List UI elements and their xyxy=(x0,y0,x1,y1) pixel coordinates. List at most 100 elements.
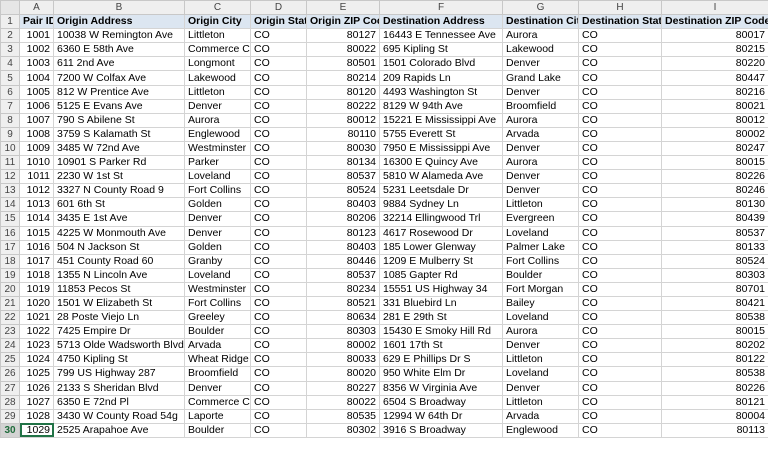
row-number[interactable]: 22 xyxy=(0,310,20,326)
table-cell[interactable]: 6350 E 72nd Pl xyxy=(53,394,185,410)
table-cell[interactable]: 8356 W Virginia Ave xyxy=(379,380,503,396)
table-cell[interactable]: 80123 xyxy=(306,225,380,241)
table-cell[interactable]: Denver xyxy=(502,140,579,157)
table-cell[interactable]: Denver xyxy=(502,338,579,354)
table-cell[interactable]: CO xyxy=(250,338,307,354)
table-cell[interactable]: 11853 Pecos St xyxy=(53,281,185,297)
row-number[interactable]: 9 xyxy=(0,126,20,142)
table-cell[interactable]: 1015 xyxy=(19,225,54,241)
table-cell[interactable]: 80446 xyxy=(306,253,380,269)
table-cell[interactable]: 32214 Ellingwood Trl xyxy=(379,211,503,227)
row-number[interactable]: 7 xyxy=(0,98,20,114)
table-cell[interactable]: 80227 xyxy=(306,380,380,396)
table-cell[interactable]: 1017 xyxy=(19,253,54,269)
table-cell[interactable]: 80234 xyxy=(306,281,380,297)
table-cell[interactable]: 8129 W 94th Ave xyxy=(379,98,503,114)
table-cell[interactable]: Wheat Ridge xyxy=(184,352,251,368)
table-cell[interactable]: 1014 xyxy=(19,211,54,227)
table-cell[interactable]: 1008 xyxy=(19,126,54,142)
row-number[interactable]: 11 xyxy=(0,155,20,171)
column-title-cell[interactable]: Pair ID xyxy=(19,14,54,30)
table-cell[interactable]: 80030 xyxy=(306,140,380,157)
table-cell[interactable]: 80247 xyxy=(661,140,768,157)
table-cell[interactable]: 1012 xyxy=(19,183,54,199)
table-cell[interactable]: CO xyxy=(250,42,307,58)
row-number[interactable]: 27 xyxy=(0,380,20,396)
table-cell[interactable]: 1501 Colorado Blvd xyxy=(379,56,503,72)
table-cell[interactable]: Aurora xyxy=(184,112,251,128)
table-cell[interactable]: Littleton xyxy=(502,394,579,410)
row-number[interactable]: 26 xyxy=(0,366,20,382)
row-number[interactable]: 20 xyxy=(0,281,20,297)
table-cell[interactable]: Littleton xyxy=(502,352,579,368)
table-cell[interactable]: 695 Kipling St xyxy=(379,42,503,58)
table-cell[interactable]: CO xyxy=(250,422,307,438)
column-title-cell[interactable]: Origin Address xyxy=(53,14,185,30)
table-cell[interactable]: 80015 xyxy=(661,324,768,340)
table-cell[interactable]: CO xyxy=(250,267,307,283)
table-cell[interactable]: 2230 W 1st St xyxy=(53,169,185,185)
table-cell[interactable]: 2133 S Sheridan Blvd xyxy=(53,380,185,396)
table-cell[interactable]: 80303 xyxy=(661,267,768,283)
table-cell[interactable]: Westminster xyxy=(184,140,251,157)
table-cell[interactable]: Fort Collins xyxy=(184,183,251,199)
table-cell[interactable]: 15551 US Highway 34 xyxy=(379,281,503,297)
table-cell[interactable]: 799 US Highway 287 xyxy=(53,366,185,382)
row-number[interactable]: 29 xyxy=(0,408,20,424)
table-cell[interactable]: 80537 xyxy=(306,169,380,185)
table-cell[interactable]: 6504 S Broadway xyxy=(379,394,503,410)
column-header-i[interactable]: I xyxy=(661,0,768,16)
table-cell[interactable]: 3327 N County Road 9 xyxy=(53,183,185,199)
table-cell[interactable]: 1085 Gapter Rd xyxy=(379,267,503,283)
table-cell[interactable]: Denver xyxy=(184,98,251,114)
table-cell[interactable]: 1003 xyxy=(19,56,54,72)
table-cell[interactable]: 950 White Elm Dr xyxy=(379,366,503,382)
table-cell[interactable]: Evergreen xyxy=(502,211,579,227)
row-number[interactable]: 6 xyxy=(0,84,20,100)
table-cell[interactable]: 80226 xyxy=(661,380,768,396)
table-cell[interactable]: 1013 xyxy=(19,197,54,213)
table-cell[interactable]: 1018 xyxy=(19,267,54,283)
table-cell[interactable]: 80206 xyxy=(306,211,380,227)
table-cell[interactable]: Denver xyxy=(502,183,579,199)
row-number[interactable]: 12 xyxy=(0,169,20,185)
table-cell[interactable]: 1006 xyxy=(19,98,54,114)
column-header-a[interactable]: A xyxy=(19,0,54,16)
table-cell[interactable]: CO xyxy=(250,98,307,114)
table-cell[interactable]: CO xyxy=(578,225,662,241)
column-header-f[interactable]: F xyxy=(379,0,503,16)
table-cell[interactable]: 1019 xyxy=(19,281,54,297)
table-cell[interactable]: 1016 xyxy=(19,239,54,255)
table-cell[interactable]: 5125 E Evans Ave xyxy=(53,98,185,114)
table-cell[interactable]: Aurora xyxy=(502,112,579,128)
table-cell[interactable]: 331 Bluebird Ln xyxy=(379,295,503,312)
table-cell[interactable]: 80002 xyxy=(661,126,768,142)
table-cell[interactable]: 80246 xyxy=(661,183,768,199)
table-cell[interactable]: Boulder xyxy=(184,324,251,340)
table-cell[interactable]: 1209 E Mulberry St xyxy=(379,253,503,269)
table-cell[interactable]: 80701 xyxy=(661,281,768,297)
column-header-c[interactable]: C xyxy=(184,0,251,16)
table-cell[interactable]: CO xyxy=(250,126,307,142)
table-cell[interactable]: 80133 xyxy=(661,239,768,255)
table-cell[interactable]: 80538 xyxy=(661,366,768,382)
table-cell[interactable]: Loveland xyxy=(184,267,251,283)
column-title-cell[interactable]: Destination Address xyxy=(379,14,503,30)
table-cell[interactable]: Denver xyxy=(184,225,251,241)
table-cell[interactable]: Denver xyxy=(502,380,579,396)
row-number[interactable]: 24 xyxy=(0,338,20,354)
column-title-cell[interactable]: Origin State xyxy=(250,14,307,30)
table-cell[interactable]: CO xyxy=(250,239,307,255)
table-cell[interactable]: Parker xyxy=(184,155,251,171)
table-cell[interactable]: 1028 xyxy=(19,408,54,424)
table-cell[interactable]: 80012 xyxy=(306,112,380,128)
row-number[interactable]: 16 xyxy=(0,225,20,241)
table-cell[interactable]: CO xyxy=(578,126,662,142)
table-cell[interactable]: 1001 xyxy=(19,28,54,44)
table-cell[interactable]: CO xyxy=(250,84,307,100)
table-cell[interactable]: Greeley xyxy=(184,310,251,326)
table-cell[interactable]: Loveland xyxy=(502,366,579,382)
table-cell[interactable]: 7200 W Colfax Ave xyxy=(53,70,185,86)
table-cell[interactable]: 1009 xyxy=(19,140,54,157)
table-cell[interactable]: 1024 xyxy=(19,352,54,368)
